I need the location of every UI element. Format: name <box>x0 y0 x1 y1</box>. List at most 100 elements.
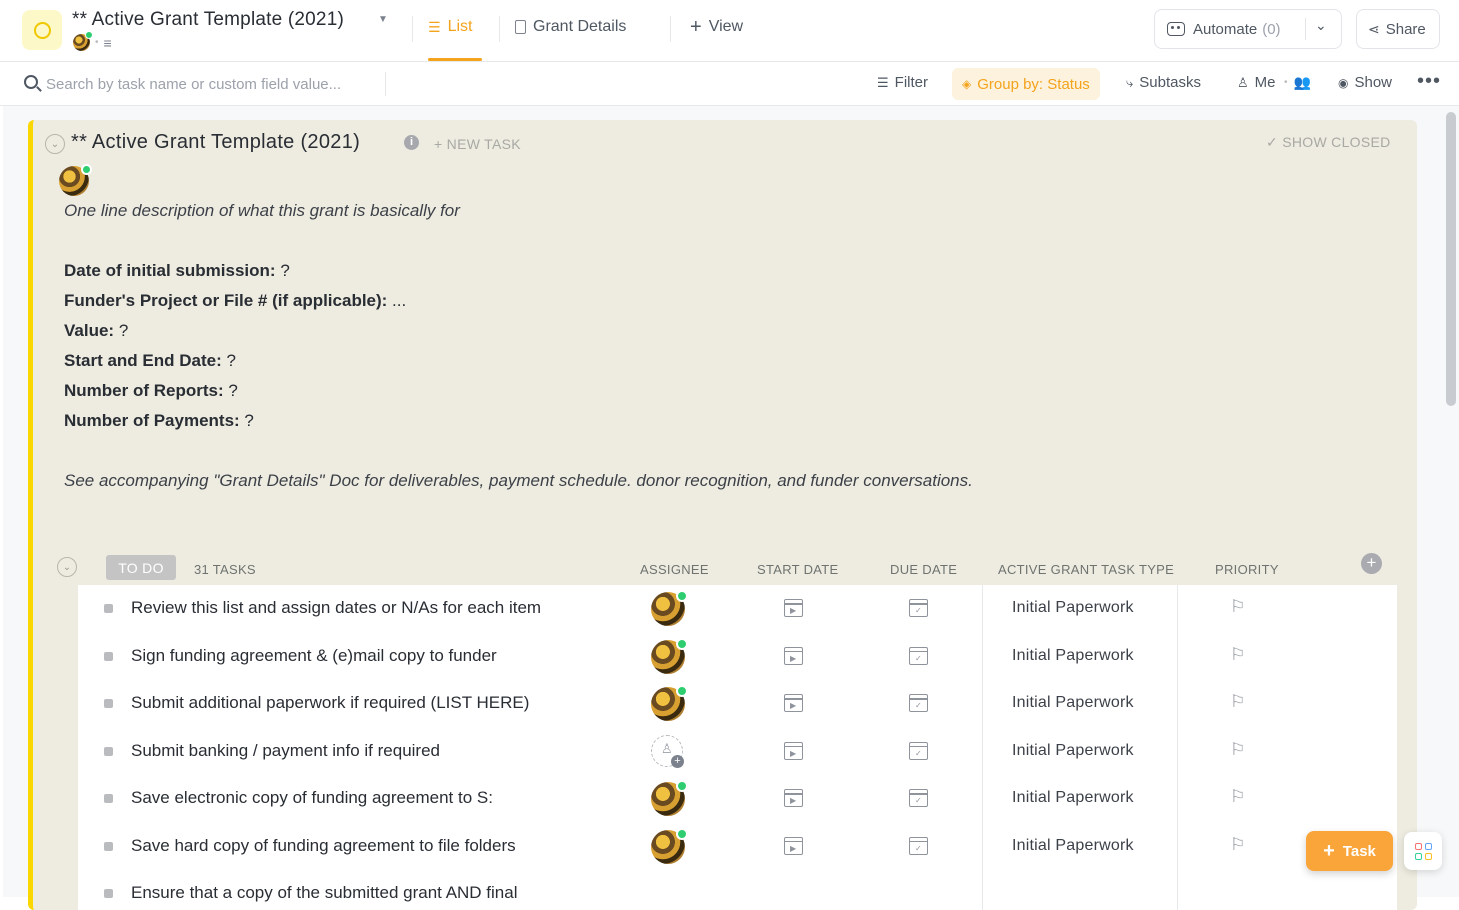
priority-flag-icon[interactable]: ⚐ <box>1230 692 1245 712</box>
space-icon[interactable] <box>22 10 62 50</box>
add-column-icon[interactable]: + <box>1361 553 1382 574</box>
table-row[interactable]: Submit banking / payment info if require… <box>78 728 1397 776</box>
start-date-icon[interactable]: ▶ <box>784 741 803 760</box>
avatar[interactable] <box>651 590 688 626</box>
column-header-start-date[interactable]: START DATE <box>757 562 839 577</box>
start-date-icon[interactable]: ▶ <box>784 694 803 712</box>
status-square-icon[interactable] <box>104 794 113 803</box>
tab-grant-details[interactable]: Grant Details <box>515 18 626 36</box>
start-date-icon[interactable]: ▶ <box>784 836 803 855</box>
avatar[interactable] <box>651 685 688 721</box>
tab-list[interactable]: ☰ List <box>428 18 472 36</box>
status-square-icon[interactable] <box>104 604 113 613</box>
status-square-icon[interactable] <box>104 841 113 851</box>
show-button[interactable]: ◉ Show <box>1338 74 1392 91</box>
due-date-icon[interactable]: ✓ <box>909 836 928 855</box>
column-header-priority[interactable]: PRIORITY <box>1215 562 1279 577</box>
task-type[interactable]: Initial Paperwork <box>1012 694 1134 712</box>
doc-icon <box>515 20 526 34</box>
table-row[interactable]: Save hard copy of funding agreement to f… <box>78 823 1397 871</box>
subtasks-button[interactable]: ⤷ Subtasks <box>1126 74 1201 91</box>
filter-button[interactable]: ☰ Filter <box>877 74 928 91</box>
tab-add-view[interactable]: + View <box>690 16 743 38</box>
share-button[interactable]: ⋖ Share <box>1356 9 1440 49</box>
task-name[interactable]: Submit banking / payment info if require… <box>131 741 440 761</box>
task-name[interactable]: Save electronic copy of funding agreemen… <box>131 788 493 808</box>
description-icon[interactable]: ≡ <box>104 36 112 50</box>
start-date-icon[interactable]: ▶ <box>784 646 803 665</box>
search-input[interactable] <box>46 72 381 96</box>
avatar[interactable] <box>651 780 688 816</box>
user-icon: ♙ <box>1237 74 1249 90</box>
due-date-icon[interactable]: ✓ <box>909 741 928 760</box>
due-date-icon[interactable]: ✓ <box>909 599 928 617</box>
share-icon: ⋖ <box>1368 20 1380 37</box>
task-name[interactable]: Submit additional paperwork if required … <box>131 693 529 713</box>
automate-button[interactable]: Automate (0) ⌄ <box>1154 9 1342 49</box>
status-square-icon[interactable] <box>104 651 113 661</box>
task-name[interactable]: Save hard copy of funding agreement to f… <box>131 836 516 856</box>
avatar[interactable] <box>651 637 688 674</box>
priority-flag-icon[interactable]: ⚐ <box>1230 740 1245 760</box>
priority-flag-icon[interactable]: ⚐ <box>1230 787 1245 807</box>
scrollbar[interactable] <box>1446 112 1456 406</box>
group-by-button[interactable]: ◈ Group by: Status <box>952 68 1100 100</box>
task-name[interactable]: Ensure that a copy of the submitted gran… <box>131 883 518 903</box>
task-type[interactable]: Initial Paperwork <box>1012 789 1134 807</box>
task-type[interactable]: Initial Paperwork <box>1012 647 1134 665</box>
priority-flag-icon[interactable]: ⚐ <box>1230 645 1245 665</box>
group-title[interactable]: ** Active Grant Template (2021) <box>71 131 360 154</box>
column-header-task-type[interactable]: ACTIVE GRANT TASK TYPE <box>998 562 1174 577</box>
list-group-card: ⌄ ** Active Grant Template (2021) i + NE… <box>28 120 1417 910</box>
top-bar: ** Active Grant Template (2021) ▼ • ≡ ☰ … <box>0 0 1459 62</box>
me-filter-button[interactable]: ♙ Me <box>1237 74 1276 91</box>
layers-icon: ◈ <box>962 77 972 91</box>
task-name[interactable]: Sign funding agreement & (e)mail copy to… <box>131 646 497 666</box>
search-icon <box>24 75 38 89</box>
avatar[interactable] <box>59 164 92 196</box>
task-type[interactable]: Initial Paperwork <box>1012 742 1134 760</box>
task-type[interactable]: Initial Paperwork <box>1012 599 1134 617</box>
due-date-icon[interactable]: ✓ <box>909 789 928 807</box>
priority-flag-icon[interactable]: ⚐ <box>1230 835 1245 855</box>
plus-icon: + <box>690 16 702 38</box>
apps-icon[interactable] <box>1404 832 1442 870</box>
collapse-status-icon[interactable]: ⌄ <box>57 557 77 577</box>
priority-flag-icon[interactable]: ⚐ <box>1230 597 1245 617</box>
field-start-end-date: Start and End Date: ? <box>64 351 236 370</box>
assignees-button[interactable]: • 👥 <box>1284 74 1311 91</box>
status-square-icon[interactable] <box>104 699 113 708</box>
new-task-button[interactable]: + NEW TASK <box>434 136 521 152</box>
more-options-icon[interactable]: ••• <box>1417 70 1441 93</box>
start-date-icon[interactable]: ▶ <box>784 599 803 617</box>
start-date-icon[interactable]: ▶ <box>784 789 803 807</box>
table-row[interactable]: Save electronic copy of funding agreemen… <box>78 775 1397 823</box>
list-title[interactable]: ** Active Grant Template (2021) <box>72 9 344 31</box>
collapse-icon[interactable]: ⌄ <box>45 134 65 154</box>
task-name[interactable]: Review this list and assign dates or N/A… <box>131 598 541 618</box>
field-value: Value: ? <box>64 321 129 340</box>
field-number-of-payments: Number of Payments: ? <box>64 411 254 430</box>
table-row[interactable]: Sign funding agreement & (e)mail copy to… <box>78 633 1397 681</box>
table-row[interactable]: Ensure that a copy of the submitted gran… <box>78 870 1397 910</box>
status-header-row: ⌄ TO DO 31 TASKS ASSIGNEE START DATE DUE… <box>56 553 1406 583</box>
status-square-icon[interactable] <box>104 746 113 756</box>
table-row[interactable]: Review this list and assign dates or N/A… <box>78 585 1397 633</box>
plus-icon: + <box>1323 840 1335 862</box>
avatar[interactable] <box>73 31 93 51</box>
show-closed-button[interactable]: ✓ SHOW CLOSED <box>1266 134 1391 151</box>
add-assignee-icon[interactable]: ♙ + <box>651 734 684 768</box>
description-intro: One line description of what this grant … <box>64 201 460 220</box>
due-date-icon[interactable]: ✓ <box>909 646 928 665</box>
status-badge[interactable]: TO DO <box>106 555 176 580</box>
task-type[interactable]: Initial Paperwork <box>1012 837 1134 855</box>
due-date-icon[interactable]: ✓ <box>909 694 928 712</box>
chevron-down-icon[interactable]: ⌄ <box>1315 17 1327 34</box>
table-row[interactable]: Submit additional paperwork if required … <box>78 680 1397 728</box>
column-header-assignee[interactable]: ASSIGNEE <box>640 562 709 577</box>
new-task-fab[interactable]: + Task <box>1306 831 1393 871</box>
column-header-due-date[interactable]: DUE DATE <box>890 562 957 577</box>
avatar[interactable] <box>651 827 688 864</box>
chevron-down-icon[interactable]: ▼ <box>378 14 388 25</box>
info-icon[interactable]: i <box>404 135 419 150</box>
